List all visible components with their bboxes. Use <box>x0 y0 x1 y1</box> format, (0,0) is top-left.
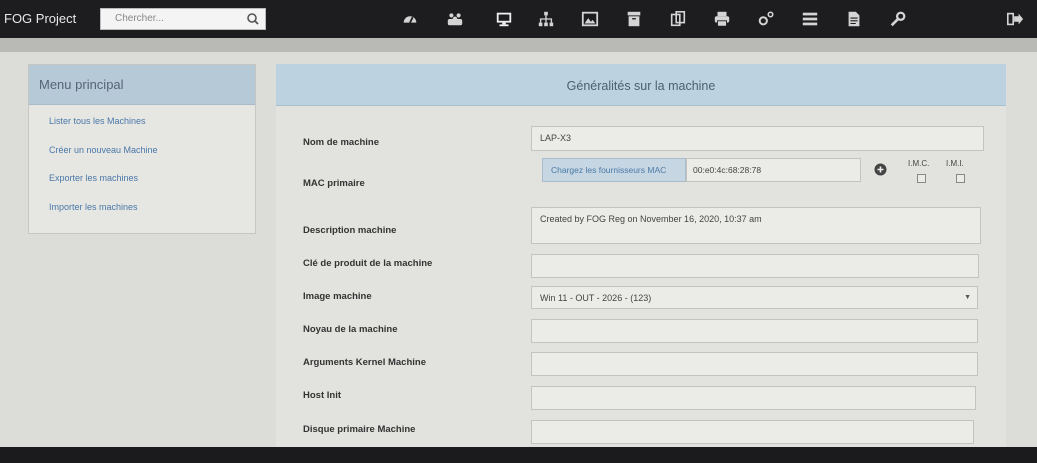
printers-icon[interactable] <box>712 9 732 29</box>
image-label: Image machine <box>303 291 372 302</box>
kernel-args-label: Arguments Kernel Machine <box>303 357 426 368</box>
fog-config-icon[interactable] <box>888 9 908 29</box>
hosts-icon[interactable] <box>494 9 514 29</box>
product-key-label: Clé de produit de la machine <box>303 258 433 269</box>
kernel-field[interactable] <box>531 319 978 343</box>
image-select[interactable]: Win 11 - OUT - 2026 - (123) ▼ <box>531 286 978 309</box>
hostname-field[interactable]: LAP-X3 <box>531 126 984 151</box>
sidebar-title: Menu principal <box>29 65 255 105</box>
hostname-label: Nom de machine <box>303 137 380 148</box>
image-select-value: Win 11 - OUT - 2026 - (123) <box>540 293 652 303</box>
reports-icon[interactable] <box>844 9 864 29</box>
top-navbar: FOG Project Chercher... <box>0 0 1037 38</box>
groups-icon[interactable] <box>536 9 556 29</box>
images-icon[interactable] <box>580 9 600 29</box>
sidebar-item-export-hosts[interactable]: Exporter les machines <box>49 170 255 199</box>
host-init-field[interactable] <box>531 386 976 410</box>
logout-icon[interactable] <box>1005 9 1025 29</box>
bottom-bar <box>0 447 1037 463</box>
sub-navbar <box>0 38 1037 52</box>
snapins-icon[interactable] <box>668 9 688 29</box>
sidebar-list: Lister tous les Machines Créer un nouvea… <box>29 105 255 227</box>
product-key-field[interactable] <box>531 254 979 278</box>
sidebar-item-import-hosts[interactable]: Importer les machines <box>49 199 255 228</box>
users-icon[interactable] <box>445 9 465 29</box>
kernel-args-field[interactable] <box>531 352 978 376</box>
primary-disk-label: Disque primaire Machine <box>303 424 416 435</box>
imi-label: I.M.I. <box>946 159 964 168</box>
primary-disk-field[interactable] <box>531 420 974 444</box>
brand-logo[interactable]: FOG Project <box>4 11 76 26</box>
sidebar-item-create-host[interactable]: Créer un nouveau Machine <box>49 142 255 171</box>
description-textarea[interactable]: Created by FOG Reg on November 16, 2020,… <box>531 207 981 244</box>
kernel-label: Noyau de la machine <box>303 324 398 335</box>
service-config-icon[interactable] <box>756 9 776 29</box>
dashboard-icon[interactable] <box>400 9 420 29</box>
tasks-icon[interactable] <box>800 9 820 29</box>
host-general-panel: Généralités sur la machine Nom de machin… <box>276 64 1006 447</box>
imc-checkbox[interactable] <box>917 174 926 183</box>
main-content: Menu principal Lister tous les Machines … <box>0 52 1037 447</box>
load-mac-vendors-button[interactable]: Chargez les fournisseurs MAC <box>542 158 686 182</box>
imi-checkbox[interactable] <box>956 174 965 183</box>
plus-icon[interactable] <box>874 163 887 176</box>
search-box: Chercher... <box>100 8 266 30</box>
search-icon[interactable] <box>245 11 261 27</box>
search-input[interactable]: Chercher... <box>115 13 164 24</box>
host-init-label: Host Init <box>303 390 341 401</box>
imc-label: I.M.C. <box>908 159 930 168</box>
mac-address-field[interactable]: 00:e0:4c:68:28:78 <box>686 158 861 182</box>
panel-title: Généralités sur la machine <box>276 64 1006 106</box>
sidebar-menu: Menu principal Lister tous les Machines … <box>28 64 256 234</box>
storage-icon[interactable] <box>624 9 644 29</box>
description-label: Description machine <box>303 225 397 236</box>
mac-label: MAC primaire <box>303 178 365 189</box>
sidebar-item-list-hosts[interactable]: Lister tous les Machines <box>49 113 255 142</box>
chevron-down-icon: ▼ <box>964 294 971 301</box>
